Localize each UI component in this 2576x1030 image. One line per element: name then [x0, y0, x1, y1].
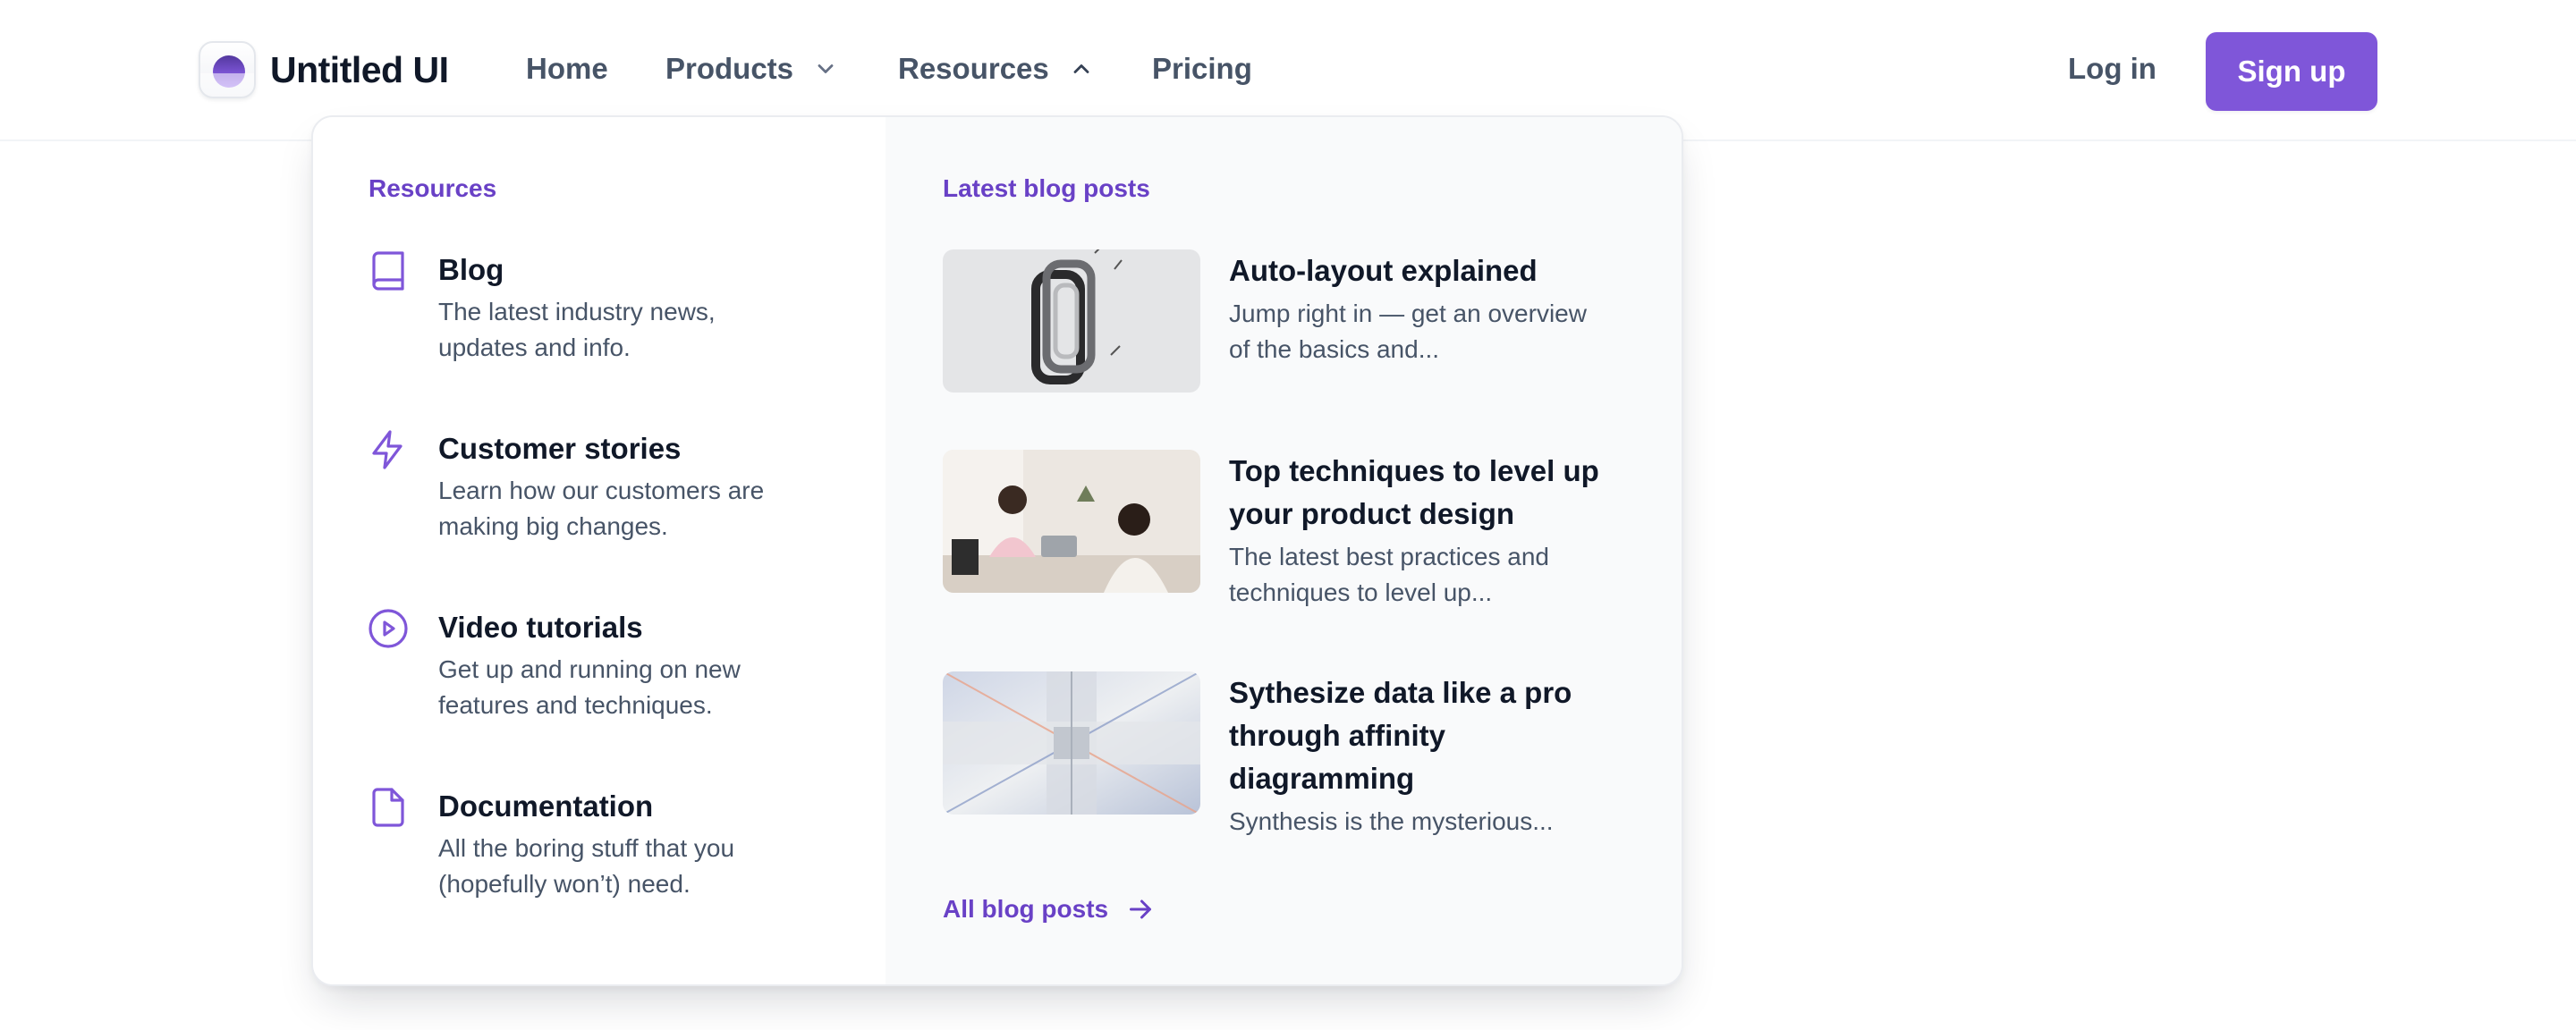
blog-post-description-line: of the basics and... — [1229, 335, 1440, 363]
chevron-up-icon — [1073, 64, 1089, 73]
resource-description-line: (hopefully won’t) need. — [438, 870, 691, 898]
blog-post-title: Auto-layout explained — [1229, 249, 1640, 292]
blog-post-card[interactable]: Auto-layout explained Jump right in — ge… — [943, 249, 1649, 393]
resource-title: Documentation — [438, 789, 654, 823]
nav-pricing-label: Pricing — [1152, 52, 1252, 85]
resource-title: Blog — [438, 253, 504, 286]
resource-title: Video tutorials — [438, 611, 643, 644]
book-icon — [372, 251, 404, 291]
blog-post-thumbnail — [943, 671, 1200, 815]
blog-post-description-line: Synthesis is the mysterious... — [1229, 807, 1554, 835]
resource-description-line: The latest industry news, — [438, 298, 716, 325]
resources-dropdown-menu: Resources Blog The latest industry news,… — [311, 115, 1683, 986]
blog-post-title: Top techniques to level up your product … — [1229, 450, 1640, 536]
resource-item-blog[interactable]: Blog The latest industry news, updates a… — [367, 249, 850, 366]
blog-post-card[interactable]: Top techniques to level up your product … — [943, 450, 1649, 611]
play-circle-icon — [369, 609, 408, 648]
all-blog-posts-link[interactable]: All blog posts — [943, 893, 1157, 925]
blog-post-title-line: Top techniques to level up — [1229, 454, 1599, 487]
chevron-down-icon — [818, 64, 834, 73]
blog-post-thumbnail — [943, 450, 1200, 593]
blog-section-title: Latest blog posts — [943, 174, 1150, 202]
nav-resources-label: Resources — [898, 52, 1049, 85]
nav-home-link[interactable]: Home — [526, 52, 608, 86]
resource-description: Learn how our customers are making big c… — [438, 473, 764, 545]
resource-description-line: features and techniques. — [438, 691, 713, 719]
resource-description-line: Get up and running on new — [438, 655, 741, 683]
blog-post-title: Sythesize data like a pro through affini… — [1229, 671, 1640, 800]
resource-item-customer-stories[interactable]: Customer stories Learn how our customers… — [367, 428, 850, 545]
resource-item-documentation[interactable]: Documentation All the boring stuff that … — [367, 786, 850, 902]
log-in-button[interactable]: Log in — [2068, 52, 2157, 86]
resource-item-video-tutorials[interactable]: Video tutorials Get up and running on ne… — [367, 607, 850, 723]
nav-products-label: Products — [665, 52, 794, 85]
all-blog-posts-label: All blog posts — [943, 895, 1109, 923]
blog-post-title-line: diagramming — [1229, 762, 1415, 795]
resource-description-line: making big changes. — [438, 512, 668, 540]
resource-title: Customer stories — [438, 432, 682, 465]
sign-up-button[interactable]: Sign up — [2206, 32, 2377, 111]
resources-column: Resources Blog The latest industry news,… — [313, 117, 886, 984]
nav-pricing-link[interactable]: Pricing — [1152, 52, 1252, 86]
lightning-icon — [372, 430, 402, 469]
blog-post-description-line: techniques to level up... — [1229, 578, 1493, 606]
blog-post-description: Synthesis is the mysterious... — [1229, 804, 1640, 840]
blog-post-title-line: through affinity — [1229, 719, 1445, 752]
blog-post-title-line: Sythesize data like a pro — [1229, 676, 1572, 709]
resource-description-line: Learn how our customers are — [438, 477, 765, 504]
brand-name: Untitled UI — [270, 48, 449, 90]
nav-home-label: Home — [526, 52, 608, 85]
blog-post-title-line: Auto-layout explained — [1229, 254, 1538, 287]
blog-post-description: Jump right in — get an overview of the b… — [1229, 296, 1640, 367]
resources-section-title: Resources — [369, 174, 497, 202]
brand-logo[interactable]: Untitled UI — [199, 41, 449, 98]
logo-mark-icon — [199, 41, 256, 98]
resource-description-line: All the boring stuff that you — [438, 834, 735, 862]
resource-description: All the boring stuff that you (hopefully… — [438, 831, 734, 902]
blog-post-card[interactable]: Sythesize data like a pro through affini… — [943, 671, 1649, 840]
blog-post-description-line: The latest best practices and — [1229, 543, 1549, 570]
blog-posts-column: Latest blog posts Auto-layout explained — [886, 117, 1682, 984]
file-icon — [372, 788, 404, 827]
blog-post-title-line: your product design — [1229, 497, 1515, 530]
resource-description: The latest industry news, updates and in… — [438, 294, 716, 366]
nav-products-menu[interactable]: Products — [665, 52, 838, 86]
resource-description-line: updates and info. — [438, 333, 631, 361]
nav-resources-menu[interactable]: Resources — [898, 52, 1094, 86]
blog-post-description: The latest best practices and techniques… — [1229, 539, 1640, 611]
blog-post-description-line: Jump right in — get an overview — [1229, 300, 1587, 327]
blog-post-thumbnail — [943, 249, 1200, 393]
resource-description: Get up and running on new features and t… — [438, 652, 741, 723]
arrow-right-icon — [1130, 899, 1152, 919]
